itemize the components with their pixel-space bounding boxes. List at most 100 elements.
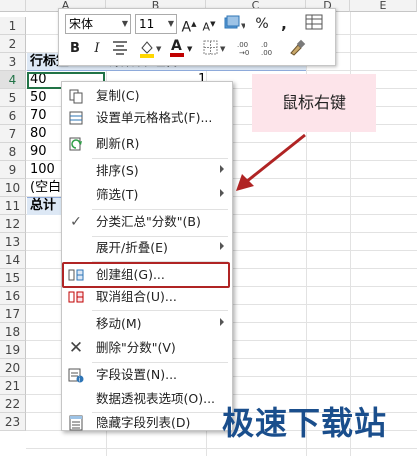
accounting-format-button[interactable]: ▼ bbox=[221, 14, 247, 39]
row-header[interactable]: 3 bbox=[0, 53, 26, 71]
increase-decimal-button[interactable]: .0.00 bbox=[259, 39, 281, 65]
row-header[interactable]: 12 bbox=[0, 215, 26, 233]
cell-grand-total[interactable]: 总计 bbox=[30, 197, 56, 215]
menu-separator bbox=[92, 209, 228, 210]
format-cells-icon bbox=[68, 110, 84, 126]
cell-a9[interactable]: 100 bbox=[30, 161, 55, 179]
cell-a8[interactable]: 90 bbox=[30, 143, 47, 161]
align-center-button[interactable] bbox=[109, 39, 131, 62]
menu-item-delete-field[interactable]: ✕ 删除"分数"(V) bbox=[62, 337, 232, 359]
menu-item-pivot-options[interactable]: 数据透视表选项(O)... bbox=[62, 388, 232, 410]
cell-a7[interactable]: 80 bbox=[30, 125, 47, 143]
row-header[interactable]: 22 bbox=[0, 395, 26, 413]
row-header[interactable]: 5 bbox=[0, 89, 26, 107]
font-size-dropdown[interactable]: 11 ▼ bbox=[135, 14, 177, 34]
menu-item-ungroup[interactable]: 取消组合(U)... bbox=[62, 286, 232, 308]
row-header[interactable]: 7 bbox=[0, 125, 26, 143]
svg-text:▼: ▼ bbox=[241, 22, 245, 30]
menu-item-sort[interactable]: 排序(S) bbox=[62, 160, 232, 182]
menu-item-label: 数据透视表选项(O)... bbox=[96, 391, 216, 406]
table-grid-icon bbox=[305, 14, 323, 30]
format-table-button[interactable] bbox=[303, 14, 325, 37]
menu-item-label: 取消组合(U)... bbox=[96, 289, 177, 304]
menu-item-filter[interactable]: 筛选(T) bbox=[62, 184, 232, 206]
row-header[interactable]: 17 bbox=[0, 305, 26, 323]
menu-item-label: 排序(S) bbox=[96, 163, 139, 178]
row-header[interactable]: 11 bbox=[0, 197, 26, 215]
menu-item-label: 隐藏字段列表(D) bbox=[96, 415, 191, 430]
callout-box: 鼠标右键 bbox=[252, 74, 376, 132]
row-header[interactable]: 16 bbox=[0, 287, 26, 305]
svg-text:→0: →0 bbox=[239, 49, 249, 57]
menu-separator bbox=[92, 362, 228, 363]
menu-item-refresh[interactable]: 刷新(R) bbox=[62, 133, 232, 155]
field-settings-icon: i bbox=[68, 367, 84, 384]
column-header-e[interactable]: E bbox=[350, 0, 417, 12]
row-header[interactable]: 10 bbox=[0, 179, 26, 197]
cell-a10[interactable]: (空白 bbox=[30, 179, 61, 197]
menu-separator bbox=[92, 310, 228, 311]
menu-item-label: 筛选(T) bbox=[96, 187, 139, 202]
decrease-decimal-button[interactable]: .00 →0 bbox=[235, 39, 257, 65]
row-header[interactable]: 4 bbox=[0, 71, 26, 89]
menu-item-label: 字段设置(N)... bbox=[96, 367, 178, 382]
borders-button[interactable]: ▼ bbox=[201, 39, 229, 64]
row-header[interactable]: 1 bbox=[0, 17, 26, 35]
row-header[interactable]: 15 bbox=[0, 269, 26, 287]
context-menu: 复制(C) 设置单元格格式(F)... 刷新(R) 排序(S) 筛选(T) ✓ … bbox=[61, 81, 233, 431]
row-header[interactable]: 20 bbox=[0, 359, 26, 377]
chevron-down-icon: ▼ bbox=[187, 45, 193, 53]
fill-color-button[interactable]: ▼ bbox=[137, 39, 165, 66]
svg-text:▼: ▼ bbox=[156, 45, 162, 53]
cell-a6[interactable]: 70 bbox=[30, 107, 47, 125]
grow-font-button[interactable]: A▲ bbox=[181, 14, 197, 38]
cell-a5[interactable]: 50 bbox=[30, 89, 47, 107]
row-header[interactable]: 2 bbox=[0, 35, 26, 53]
percent-style-button[interactable]: % bbox=[253, 14, 271, 34]
decrease-decimal-icon: .00→0 bbox=[237, 41, 249, 57]
increase-decimal-icon: .0.00 bbox=[261, 41, 272, 57]
delete-x-icon: ✕ bbox=[68, 338, 84, 358]
refresh-icon bbox=[68, 136, 84, 152]
shrink-font-icon: A bbox=[202, 20, 211, 34]
row-header[interactable]: 9 bbox=[0, 161, 26, 179]
comma-style-button[interactable]: , bbox=[277, 14, 291, 34]
row-header[interactable]: 6 bbox=[0, 107, 26, 125]
svg-text:.00: .00 bbox=[237, 41, 248, 49]
menu-item-copy[interactable]: 复制(C) bbox=[62, 85, 232, 107]
menu-separator bbox=[92, 158, 228, 159]
chevron-down-icon: ▼ bbox=[121, 19, 128, 28]
menu-item-expand-collapse[interactable]: 展开/折叠(E) bbox=[62, 237, 232, 259]
menu-item-move[interactable]: 移动(M) bbox=[62, 313, 232, 335]
copy-icon bbox=[68, 88, 84, 104]
font-color-swatch bbox=[170, 53, 184, 57]
menu-item-label: 展开/折叠(E) bbox=[96, 240, 168, 255]
svg-text:▼: ▼ bbox=[220, 45, 226, 53]
shrink-font-button[interactable]: A▼ bbox=[201, 14, 217, 38]
select-all-corner[interactable] bbox=[0, 0, 26, 12]
grow-font-icon: A bbox=[181, 19, 192, 36]
font-name-value: 宋体 bbox=[69, 17, 94, 31]
row-header[interactable]: 21 bbox=[0, 377, 26, 395]
row-header[interactable]: 18 bbox=[0, 323, 26, 341]
callout-text: 鼠标右键 bbox=[281, 93, 346, 112]
row-header[interactable]: 23 bbox=[0, 413, 26, 431]
font-name-dropdown[interactable]: 宋体 ▼ bbox=[65, 14, 131, 34]
row-header[interactable]: 8 bbox=[0, 143, 26, 161]
menu-item-hide-field-list[interactable]: 隐藏字段列表(D) bbox=[62, 412, 232, 434]
italic-button[interactable]: I bbox=[89, 39, 105, 59]
row-header[interactable]: 19 bbox=[0, 341, 26, 359]
svg-text:.0: .0 bbox=[261, 41, 268, 49]
row-header[interactable]: 13 bbox=[0, 233, 26, 251]
menu-item-format-cells[interactable]: 设置单元格格式(F)... bbox=[62, 107, 232, 129]
submenu-arrow-icon bbox=[220, 242, 224, 250]
menu-item-subtotal[interactable]: ✓ 分类汇总"分数"(B) bbox=[62, 211, 232, 233]
bold-button[interactable]: B bbox=[67, 39, 83, 59]
ungroup-icon bbox=[68, 289, 84, 305]
submenu-arrow-icon bbox=[220, 165, 224, 173]
paintbrush-icon bbox=[290, 39, 306, 56]
menu-item-label: 移动(M) bbox=[96, 316, 142, 331]
format-painter-button[interactable] bbox=[285, 39, 307, 64]
menu-item-field-settings[interactable]: i 字段设置(N)... bbox=[62, 364, 232, 386]
row-header[interactable]: 14 bbox=[0, 251, 26, 269]
